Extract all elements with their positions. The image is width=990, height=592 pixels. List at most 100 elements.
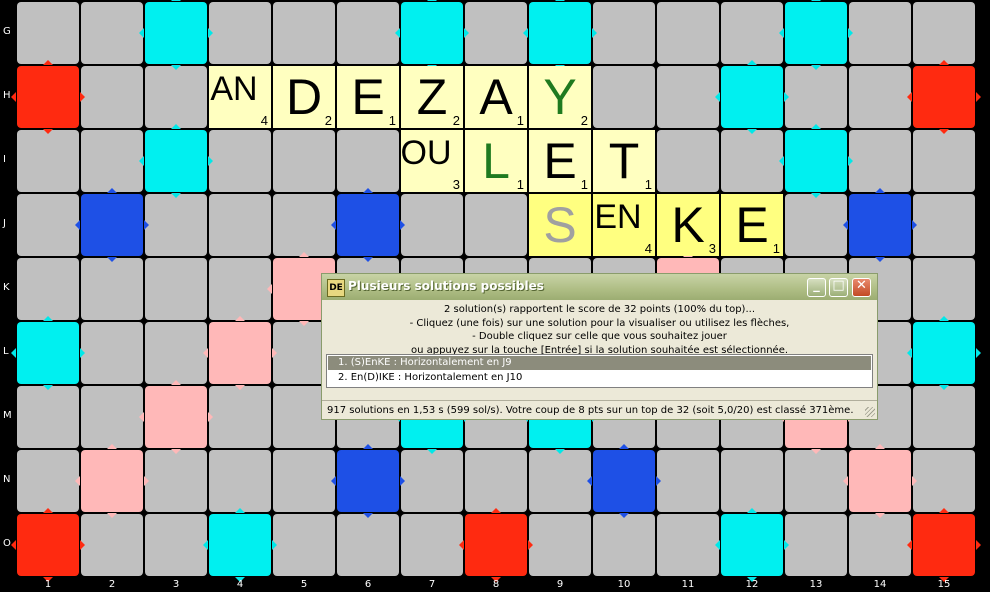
board-square[interactable]	[657, 514, 719, 576]
board-square[interactable]	[465, 2, 527, 64]
board-square[interactable]	[209, 450, 271, 512]
board-square[interactable]	[657, 130, 719, 192]
board-square[interactable]	[721, 450, 783, 512]
board-square[interactable]	[913, 2, 975, 64]
bonus-square[interactable]	[721, 66, 783, 128]
board-square[interactable]	[401, 194, 463, 256]
board-square[interactable]	[785, 450, 847, 512]
bonus-square[interactable]	[593, 450, 655, 512]
minimize-button[interactable]: _	[807, 278, 826, 297]
board-square[interactable]	[913, 386, 975, 448]
board-square[interactable]	[81, 258, 143, 320]
board-square[interactable]	[337, 130, 399, 192]
bonus-square[interactable]	[17, 322, 79, 384]
board-square[interactable]	[785, 514, 847, 576]
board-square[interactable]	[81, 386, 143, 448]
bonus-square[interactable]	[913, 514, 975, 576]
dialog-title-bar[interactable]: DE Plusieurs solutions possibles _ □ ✕	[322, 274, 877, 300]
bonus-square[interactable]	[17, 66, 79, 128]
bonus-square[interactable]	[849, 194, 911, 256]
board-square[interactable]	[145, 514, 207, 576]
board-square[interactable]	[849, 130, 911, 192]
board-square[interactable]	[145, 450, 207, 512]
bonus-square[interactable]	[17, 514, 79, 576]
bonus-square[interactable]	[145, 2, 207, 64]
board-square[interactable]	[401, 450, 463, 512]
board-square[interactable]	[401, 514, 463, 576]
board-square[interactable]	[17, 386, 79, 448]
board-square[interactable]	[849, 2, 911, 64]
board-square[interactable]	[529, 450, 591, 512]
board-square[interactable]	[17, 258, 79, 320]
board-square[interactable]	[17, 130, 79, 192]
bonus-square[interactable]	[337, 194, 399, 256]
resize-grip-icon[interactable]	[865, 407, 875, 417]
board-square[interactable]	[17, 194, 79, 256]
bonus-square[interactable]	[785, 130, 847, 192]
board-square[interactable]	[81, 2, 143, 64]
board-square[interactable]	[657, 450, 719, 512]
board-square[interactable]	[849, 66, 911, 128]
bonus-square[interactable]	[81, 194, 143, 256]
board-square[interactable]	[145, 258, 207, 320]
solution-item[interactable]: 2. En(D)IKE : Horizontalement en J10	[328, 371, 871, 385]
bonus-square[interactable]	[785, 2, 847, 64]
board-square[interactable]	[529, 514, 591, 576]
bonus-square[interactable]	[721, 514, 783, 576]
board-square[interactable]	[145, 322, 207, 384]
solutions-list[interactable]: 1. (S)EnKE : Horizontalement en J9 2. En…	[326, 354, 873, 388]
board-square[interactable]	[209, 2, 271, 64]
bonus-square[interactable]	[145, 130, 207, 192]
board-square[interactable]	[145, 66, 207, 128]
board-square[interactable]	[273, 2, 335, 64]
board-square[interactable]	[721, 130, 783, 192]
board-square[interactable]	[465, 194, 527, 256]
bonus-square[interactable]	[465, 514, 527, 576]
board-square[interactable]	[721, 2, 783, 64]
board-square[interactable]	[17, 2, 79, 64]
solution-item[interactable]: 1. (S)EnKE : Horizontalement en J9	[328, 356, 871, 370]
board-square[interactable]	[465, 450, 527, 512]
board-square[interactable]	[81, 130, 143, 192]
board-square[interactable]	[81, 322, 143, 384]
board-square[interactable]	[913, 258, 975, 320]
close-button[interactable]: ✕	[852, 278, 871, 297]
bonus-square[interactable]	[401, 2, 463, 64]
board-square[interactable]	[785, 194, 847, 256]
board-square[interactable]	[785, 66, 847, 128]
board-square[interactable]	[273, 194, 335, 256]
board-square[interactable]	[913, 130, 975, 192]
maximize-button[interactable]: □	[829, 278, 848, 297]
board-square[interactable]	[913, 194, 975, 256]
bonus-square[interactable]	[209, 322, 271, 384]
board-square[interactable]	[273, 130, 335, 192]
board-square[interactable]	[81, 66, 143, 128]
bonus-square[interactable]	[209, 514, 271, 576]
bonus-square[interactable]	[913, 322, 975, 384]
board-square[interactable]	[849, 514, 911, 576]
bonus-square[interactable]	[529, 2, 591, 64]
board-square[interactable]	[81, 514, 143, 576]
board-square[interactable]	[209, 386, 271, 448]
board-square[interactable]	[273, 450, 335, 512]
board-square[interactable]	[657, 66, 719, 128]
bonus-arrow-icon	[363, 513, 373, 518]
bonus-square[interactable]	[913, 66, 975, 128]
board-square[interactable]	[593, 2, 655, 64]
bonus-square[interactable]	[145, 386, 207, 448]
board-square[interactable]	[145, 194, 207, 256]
board-square[interactable]	[913, 450, 975, 512]
board-square[interactable]	[209, 130, 271, 192]
bonus-square[interactable]	[337, 450, 399, 512]
bonus-square[interactable]	[81, 450, 143, 512]
board-square[interactable]	[593, 66, 655, 128]
bonus-square[interactable]	[849, 450, 911, 512]
board-square[interactable]	[337, 514, 399, 576]
board-square[interactable]	[273, 514, 335, 576]
board-square[interactable]	[593, 514, 655, 576]
board-square[interactable]	[657, 2, 719, 64]
board-square[interactable]	[17, 450, 79, 512]
board-square[interactable]	[337, 2, 399, 64]
board-square[interactable]	[209, 194, 271, 256]
board-square[interactable]	[209, 258, 271, 320]
